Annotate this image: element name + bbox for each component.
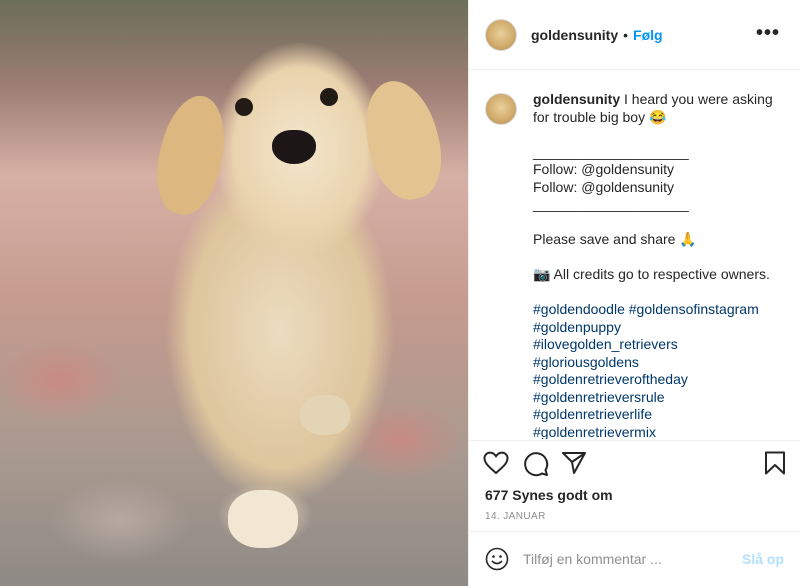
caption-line-2: for trouble big boy 😂 bbox=[533, 108, 667, 125]
action-icons bbox=[483, 451, 786, 481]
comment-icon[interactable] bbox=[523, 451, 549, 477]
caption-avatar[interactable] bbox=[485, 93, 517, 125]
emoji-icon[interactable] bbox=[485, 547, 509, 571]
share-icon[interactable] bbox=[561, 451, 587, 475]
puppy-right-eye bbox=[320, 88, 338, 106]
post-header: goldensunity • Følg ••• bbox=[469, 0, 800, 70]
puppy-left-eye bbox=[235, 98, 253, 116]
puppy-left-ear bbox=[148, 89, 234, 221]
post-side-panel: goldensunity • Følg ••• goldensunity I h… bbox=[468, 0, 800, 586]
hashtag-line[interactable]: #goldenretrieverlife bbox=[533, 406, 773, 424]
post-actions: 677 Synes godt om 14. JANUAR bbox=[469, 440, 800, 530]
caption-line-1: I heard you were asking bbox=[624, 91, 773, 107]
hashtag-line[interactable]: #goldenpuppy bbox=[533, 319, 773, 337]
caption-rule-2: ____________________ bbox=[533, 196, 689, 212]
caption-credits: 📷 All credits go to respective owners. bbox=[533, 266, 770, 282]
follow-button[interactable]: Følg bbox=[633, 27, 663, 43]
caption-follow-1: Follow: @goldensunity bbox=[533, 161, 675, 177]
caption-rule-1: ____________________ bbox=[533, 143, 689, 160]
header-separator: • bbox=[623, 26, 629, 43]
puppy-right-ear bbox=[354, 73, 452, 207]
hashtag-line[interactable]: #goldenretrieversrule bbox=[533, 389, 773, 407]
caption-save-share: Please save and share 🙏 bbox=[533, 231, 697, 247]
post-photo[interactable] bbox=[0, 0, 468, 586]
hashtag-line[interactable]: #ilovegolden_retrievers bbox=[533, 336, 773, 354]
instagram-post-modal: goldensunity • Følg ••• goldensunity I h… bbox=[0, 0, 800, 586]
hashtag-line[interactable]: #goldenretrieveroftheday bbox=[533, 371, 773, 389]
caption-row: goldensunity I heard you were asking for… bbox=[485, 91, 784, 439]
caption-text: goldensunity I heard you were asking for… bbox=[533, 91, 773, 439]
author-avatar[interactable] bbox=[485, 18, 517, 51]
caption-area[interactable]: goldensunity I heard you were asking for… bbox=[469, 71, 800, 439]
author-username[interactable]: goldensunity bbox=[531, 27, 618, 43]
likes-count[interactable]: 677 Synes godt om bbox=[485, 487, 613, 503]
bookmark-icon[interactable] bbox=[764, 451, 786, 475]
puppy-back-paw bbox=[300, 395, 350, 435]
comment-input[interactable]: Tilføj en kommentar ... bbox=[523, 551, 662, 567]
hashtag-line[interactable]: #goldendoodle #goldensofinstagram bbox=[533, 301, 773, 319]
comment-bar: Tilføj en kommentar ... Slå op bbox=[469, 531, 800, 586]
caption-follow-2: Follow: @goldensunity bbox=[533, 178, 675, 195]
hashtag-line[interactable]: #gloriousgoldens bbox=[533, 354, 773, 372]
hashtag-line[interactable]: #goldenretrievermix bbox=[533, 424, 773, 440]
more-options-icon[interactable]: ••• bbox=[756, 22, 780, 45]
caption-username[interactable]: goldensunity bbox=[533, 91, 620, 107]
heart-icon[interactable] bbox=[483, 451, 509, 475]
puppy-front-paw bbox=[228, 490, 298, 548]
puppy-nose bbox=[272, 130, 316, 164]
post-date[interactable]: 14. JANUAR bbox=[485, 511, 546, 522]
post-comment-button[interactable]: Slå op bbox=[742, 551, 784, 567]
